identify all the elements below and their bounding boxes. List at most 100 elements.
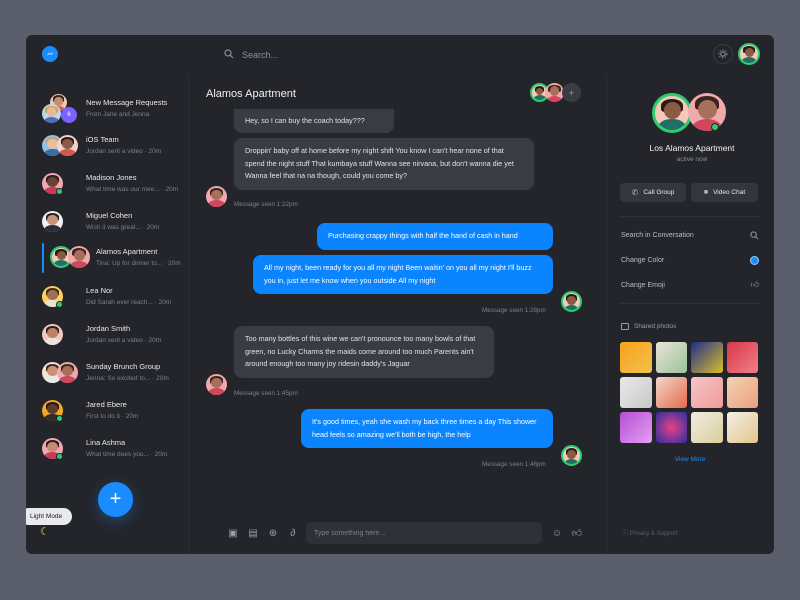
shared-photo[interactable] — [726, 377, 758, 408]
shared-photo[interactable] — [655, 342, 687, 373]
sidebar-item-sunday-brunch[interactable]: Sunday Brunch Group Jenna: So excited to.… — [42, 358, 202, 388]
messenger-logo-icon[interactable] — [42, 46, 58, 62]
conversation-name: New Message Requests — [86, 98, 168, 107]
seen-status: Message seen 1:28pm — [482, 307, 546, 314]
shared-photo[interactable] — [655, 377, 687, 408]
message-bubble-incoming: Droppin' baby off at home before my nigh… — [234, 138, 534, 190]
panel-status: active now — [676, 156, 708, 163]
shared-photo[interactable] — [620, 342, 652, 373]
conversation-preview: What time does you... · 20m — [86, 451, 168, 458]
conversation-preview: Tina: Up for dinner to... · 20m — [96, 260, 181, 267]
change-emoji-option[interactable]: Change Emoji 👍︎ — [621, 278, 759, 292]
sidebar-item-alamos-apartment[interactable]: Alamos Apartment Tina: Up for dinner to..… — [50, 243, 210, 273]
search-icon — [224, 46, 234, 64]
shared-photo[interactable] — [691, 342, 723, 373]
search-bar[interactable]: Search... — [224, 46, 278, 64]
sidebar-item-ios-team[interactable]: iOS Team Jordan sent a video · 20m — [42, 131, 202, 161]
seen-status: Message seen 1:45pm — [234, 390, 298, 397]
sidebar-item-madison-jones[interactable]: Madison Jones What time was our mee... · … — [42, 169, 202, 199]
new-message-button[interactable]: + — [98, 482, 133, 517]
shared-photo[interactable] — [726, 342, 758, 373]
shared-photo[interactable] — [691, 412, 723, 443]
privacy-support-link[interactable]: ⓘ Privacy & Support — [622, 528, 678, 537]
image-icon[interactable]: ▤ — [246, 526, 260, 540]
search-input[interactable]: Search... — [242, 50, 278, 60]
call-group-button[interactable]: ✆ Call Group — [620, 183, 686, 202]
online-indicator — [711, 123, 719, 131]
conversation-name: iOS Team — [86, 135, 119, 144]
panel-title: Los Alamos Apartment — [649, 143, 735, 153]
view-more-link[interactable]: View More — [620, 456, 760, 463]
seen-status: Message seen 1:22pm — [234, 201, 298, 208]
conversation-name: Jordan Smith — [86, 324, 131, 333]
conversation-name: Lina Ashma — [86, 438, 126, 447]
seen-status: Message seen 1:46pm — [482, 461, 546, 468]
conversation-preview: First to do it · 20m — [86, 413, 139, 420]
message-bubble-outgoing: It's good times, yeah she wash my back t… — [301, 409, 553, 448]
messenger-window: Search... 6 New Message Requests From Jan… — [26, 35, 774, 554]
shared-photo[interactable] — [620, 377, 652, 408]
panel-divider-line — [620, 303, 760, 304]
message-bubble-incoming: Hey, so I can buy the coach today??? — [234, 109, 394, 133]
conversation-name: Miguel Cohen — [86, 211, 133, 220]
light-mode-tooltip: Light Mode — [26, 508, 73, 525]
video-clip-icon[interactable]: ▣ — [226, 526, 240, 540]
shared-photo[interactable] — [691, 377, 723, 408]
phone-icon: ✆ — [631, 188, 639, 197]
conversation-preview: From Jane and Jenna — [86, 111, 150, 118]
image-icon — [621, 323, 629, 330]
add-participant-button[interactable]: + — [562, 83, 581, 102]
sidebar-item-jordan-smith[interactable]: Jordan Smith Jordan sent a video · 20m — [42, 320, 202, 350]
user-avatar[interactable] — [738, 43, 760, 65]
sender-avatar — [206, 186, 227, 207]
add-circle-icon[interactable]: ⊕ — [266, 526, 280, 540]
thumbs-up-icon: 👍︎ — [750, 280, 759, 289]
option-label: Change Emoji — [621, 281, 665, 289]
shared-photos-header: Shared photos — [621, 323, 676, 330]
sender-avatar — [206, 374, 227, 395]
panel-divider-line — [620, 216, 760, 217]
shared-photo[interactable] — [726, 412, 758, 443]
conversation-preview: Wish it was great... · 20m — [86, 224, 160, 231]
conversation-name: Lea Nor — [86, 286, 113, 295]
shared-photos-grid — [620, 342, 758, 443]
change-color-option[interactable]: Change Color — [621, 253, 759, 267]
attachment-icon[interactable]: ∂ — [286, 526, 300, 540]
conversation-preview: Jordan sent a video · 20m — [86, 337, 162, 344]
search-icon — [750, 230, 759, 239]
conversation-name: Sunday Brunch Group — [86, 362, 161, 371]
gear-icon — [718, 49, 728, 59]
conversation-preview: What time was our mee... · 20m — [86, 186, 179, 193]
sidebar-item-lina-ashma[interactable]: Lina Ashma What time does you... · 20m — [42, 434, 202, 464]
shared-photo[interactable] — [655, 412, 687, 443]
moon-icon[interactable]: ☾ — [40, 525, 50, 538]
chat-title: Alamos Apartment — [206, 88, 296, 100]
sidebar-item-miguel-cohen[interactable]: Miguel Cohen Wish it was great... · 20m — [42, 207, 202, 237]
shared-photo[interactable] — [620, 412, 652, 443]
own-avatar — [561, 291, 582, 312]
like-icon[interactable]: 👍︎ — [570, 526, 584, 540]
color-swatch — [750, 255, 759, 265]
info-icon: ⓘ — [622, 531, 629, 537]
emoji-icon[interactable]: ☺ — [550, 526, 564, 540]
conversation-name: Jared Ebere — [86, 400, 127, 409]
group-avatar-secondary — [688, 93, 726, 131]
search-in-conversation-option[interactable]: Search in Conversation — [621, 228, 759, 242]
conversation-preview: Did Sarah ever reach... · 20m — [86, 299, 172, 306]
sidebar-item-message-requests[interactable]: 6 New Message Requests From Jane and Jenn… — [42, 94, 202, 124]
conversation-preview: Jordan sent a video · 20m — [86, 148, 162, 155]
option-label: Search in Conversation — [621, 231, 694, 239]
privacy-label: Privacy & Support — [629, 531, 678, 537]
sidebar-item-lea-nor[interactable]: Lea Nor Did Sarah ever reach... · 20m — [42, 282, 202, 312]
sidebar-item-jared-ebere[interactable]: Jared Ebere First to do it · 20m — [42, 396, 202, 426]
message-input[interactable] — [306, 522, 542, 544]
video-chat-button[interactable]: ■ Video Chat — [691, 183, 758, 202]
shared-photos-label: Shared photos — [634, 323, 677, 330]
active-indicator — [42, 243, 44, 273]
panel-divider — [606, 75, 607, 554]
video-camera-icon: ■ — [703, 189, 709, 196]
count-badge: 6 — [61, 107, 77, 123]
settings-gear-button[interactable] — [713, 44, 733, 64]
composer-toolbar: ▣ ▤ ⊕ ∂ — [226, 522, 306, 544]
call-group-label: Call Group — [643, 189, 675, 196]
